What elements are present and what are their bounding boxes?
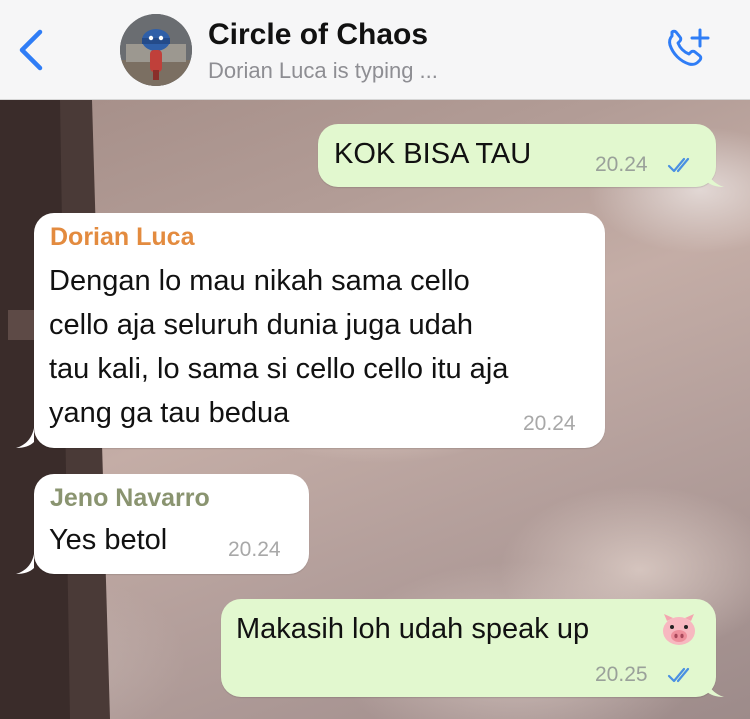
chevron-left-icon xyxy=(19,29,43,71)
chat-header: Circle of Chaos Dorian Luca is typing ..… xyxy=(0,0,750,100)
outgoing-message[interactable]: Makasih loh udah speak up 20.25 xyxy=(221,599,716,697)
message-line: yang ga tau bedua xyxy=(49,397,290,429)
group-avatar[interactable] xyxy=(120,14,192,86)
message-line: Dengan lo mau nikah sama cello xyxy=(49,265,470,297)
bubble-tail xyxy=(16,428,34,448)
message-text: Yes betol xyxy=(49,524,168,556)
avatar-image xyxy=(120,14,192,86)
bubble-tail xyxy=(16,554,34,574)
double-check-icon xyxy=(667,667,690,683)
message-time: 20.25 xyxy=(595,663,648,686)
outgoing-message[interactable]: KOK BISA TAU 20.24 xyxy=(318,124,716,187)
message-line: tau kali, lo sama si cello cello itu aja xyxy=(49,353,509,385)
message-line: cello aja seluruh dunia juga udah xyxy=(49,309,474,341)
add-call-button[interactable] xyxy=(662,26,712,72)
incoming-message[interactable]: Jeno Navarro Yes betol 20.24 xyxy=(34,474,309,574)
incoming-message[interactable]: Dorian Luca Dengan lo mau nikah sama cel… xyxy=(34,213,605,448)
message-text: Makasih loh udah speak up xyxy=(236,613,590,645)
bubble-tail xyxy=(706,167,724,187)
chat-title[interactable]: Circle of Chaos xyxy=(208,18,428,52)
pig-face-emoji xyxy=(663,614,695,645)
back-button[interactable] xyxy=(14,26,50,74)
double-check-icon xyxy=(667,157,690,173)
message-time: 20.24 xyxy=(523,412,576,435)
sender-name[interactable]: Jeno Navarro xyxy=(50,484,210,513)
typing-status: Dorian Luca is typing ... xyxy=(208,58,438,83)
bubble-tail xyxy=(706,677,724,697)
message-time: 20.24 xyxy=(228,538,281,561)
message-time: 20.24 xyxy=(595,153,648,176)
sender-name[interactable]: Dorian Luca xyxy=(50,223,194,252)
phone-add-icon xyxy=(668,28,710,66)
message-text: KOK BISA TAU xyxy=(334,138,532,170)
